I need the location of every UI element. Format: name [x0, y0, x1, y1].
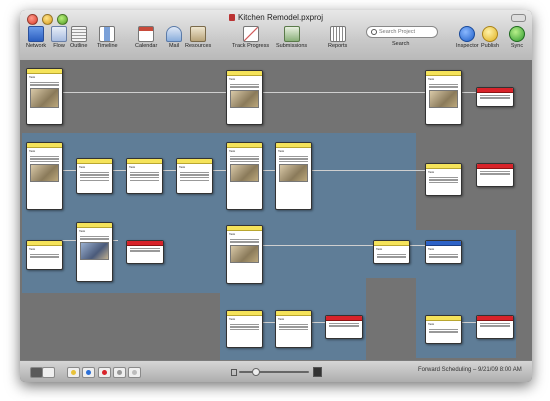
toolbar-track-progress-button[interactable]: Track Progress: [232, 26, 269, 49]
toolbar-timeline-button[interactable]: Timeline: [97, 26, 118, 49]
task-card[interactable]: Task: [226, 225, 263, 284]
sync-icon: [509, 26, 525, 42]
reports-icon: [329, 26, 346, 42]
subnetwork-icon: [86, 370, 91, 375]
zoom-in-icon[interactable]: [313, 367, 322, 377]
task-card[interactable]: Task: [373, 240, 410, 264]
task-card[interactable]: Task: [425, 70, 462, 125]
toolbar-mail-button[interactable]: Mail: [166, 26, 182, 49]
publish-icon: [482, 26, 499, 42]
track-progress-icon: [242, 26, 259, 42]
milestone-card[interactable]: [325, 315, 363, 339]
submissions-icon: [283, 26, 300, 42]
dependency-line: [460, 92, 476, 93]
search-placeholder: Search Project: [379, 29, 416, 35]
resources-icon: [190, 26, 207, 42]
mail-icon: [166, 26, 182, 42]
toolbar-calendar-button[interactable]: Calendar: [135, 26, 157, 49]
network-icon: [28, 26, 45, 42]
milestone-card[interactable]: [476, 163, 514, 187]
gear-icon: [132, 370, 137, 375]
task-card[interactable]: Task: [26, 142, 63, 210]
milestone-card[interactable]: [476, 315, 514, 339]
toolbar-resources-button[interactable]: Resources: [185, 26, 211, 49]
toolbar-label: Calendar: [135, 43, 158, 49]
milestone-icon: [102, 370, 107, 375]
network-canvas[interactable]: Task Task Task Task Task Task Task Task …: [20, 60, 532, 360]
search-label: Search: [392, 41, 410, 47]
flow-icon: [51, 26, 67, 42]
task-card[interactable]: Task: [76, 158, 113, 194]
eye-icon: [117, 370, 122, 375]
add-milestone-button[interactable]: [98, 367, 111, 378]
task-card[interactable]: Task: [226, 310, 263, 348]
toolbar-toggle-button[interactable]: [511, 14, 526, 22]
task-card[interactable]: Task: [26, 68, 63, 125]
toolbar-label: Flow: [53, 43, 65, 49]
toolbar-label: Submissions: [276, 43, 308, 49]
zoom-out-icon[interactable]: [231, 369, 237, 376]
layout-toggle-button[interactable]: [42, 367, 55, 378]
scheduling-status: Forward Scheduling – 9/21/09 8:00 AM: [418, 367, 522, 373]
task-card[interactable]: Task: [126, 158, 163, 194]
settings-button[interactable]: [128, 367, 141, 378]
inspector-icon: [459, 26, 476, 42]
add-subnetwork-button[interactable]: [82, 367, 95, 378]
search-field[interactable]: Search Project: [366, 26, 438, 38]
toolbar-sync-button[interactable]: Sync: [509, 26, 525, 49]
dependency-line: [56, 92, 226, 93]
title-bar: Kitchen Remodel.pxproj Network Flow Outl…: [20, 10, 532, 61]
toolbar-label: Network: [26, 43, 47, 49]
toolbar-label: Reports: [328, 43, 348, 49]
toolbar-label: Resources: [185, 43, 212, 49]
add-task-icon: [71, 370, 76, 375]
search-icon: [371, 29, 377, 35]
toolbar-flow-button[interactable]: Flow: [51, 26, 67, 49]
task-card[interactable]: Task: [425, 163, 462, 196]
outline-icon: [70, 26, 87, 42]
task-card[interactable]: Task: [425, 315, 462, 344]
toolbar-label: Outline: [70, 43, 88, 49]
task-card[interactable]: Task: [26, 240, 63, 270]
task-card[interactable]: Task: [226, 70, 263, 125]
toolbar-label: Inspector: [456, 43, 479, 49]
task-card[interactable]: Task: [76, 222, 113, 282]
toolbar-network-button[interactable]: Network: [26, 26, 46, 49]
app-window: Kitchen Remodel.pxproj Network Flow Outl…: [20, 10, 532, 382]
task-card[interactable]: Task: [226, 142, 263, 210]
toolbar-submissions-button[interactable]: Submissions: [276, 26, 307, 49]
window-title: Kitchen Remodel.pxproj: [20, 13, 532, 22]
dependency-line: [260, 92, 426, 93]
toolbar-label: Mail: [168, 43, 180, 49]
milestone-card[interactable]: [126, 240, 164, 264]
toolbar-outline-button[interactable]: Outline: [70, 26, 87, 49]
toolbar-publish-button[interactable]: Publish: [481, 26, 499, 49]
document-icon: [229, 14, 236, 21]
status-bar: Forward Scheduling – 9/21/09 8:00 AM: [20, 360, 532, 382]
toolbar-reports-button[interactable]: Reports: [328, 26, 347, 49]
task-card[interactable]: Task: [275, 142, 312, 210]
zoom-slider[interactable]: [239, 371, 309, 373]
zoom-slider-knob[interactable]: [252, 368, 260, 376]
add-task-button[interactable]: [67, 367, 80, 378]
milestone-card[interactable]: [476, 87, 514, 107]
window-title-text: Kitchen Remodel.pxproj: [238, 13, 323, 22]
calendar-icon: [138, 26, 155, 42]
toolbar-label: Timeline: [97, 43, 118, 49]
task-card[interactable]: Task: [275, 310, 312, 348]
toolbar-label: Sync: [510, 43, 524, 49]
task-card[interactable]: Task: [176, 158, 213, 194]
selected-task-card[interactable]: Task: [425, 240, 462, 264]
toolbar-inspector-button[interactable]: Inspector: [456, 26, 479, 49]
toolbar-label: Publish: [481, 43, 500, 49]
timeline-icon: [99, 26, 116, 42]
toolbar-label: Track Progress: [232, 43, 270, 49]
show-info-button[interactable]: [113, 367, 126, 378]
